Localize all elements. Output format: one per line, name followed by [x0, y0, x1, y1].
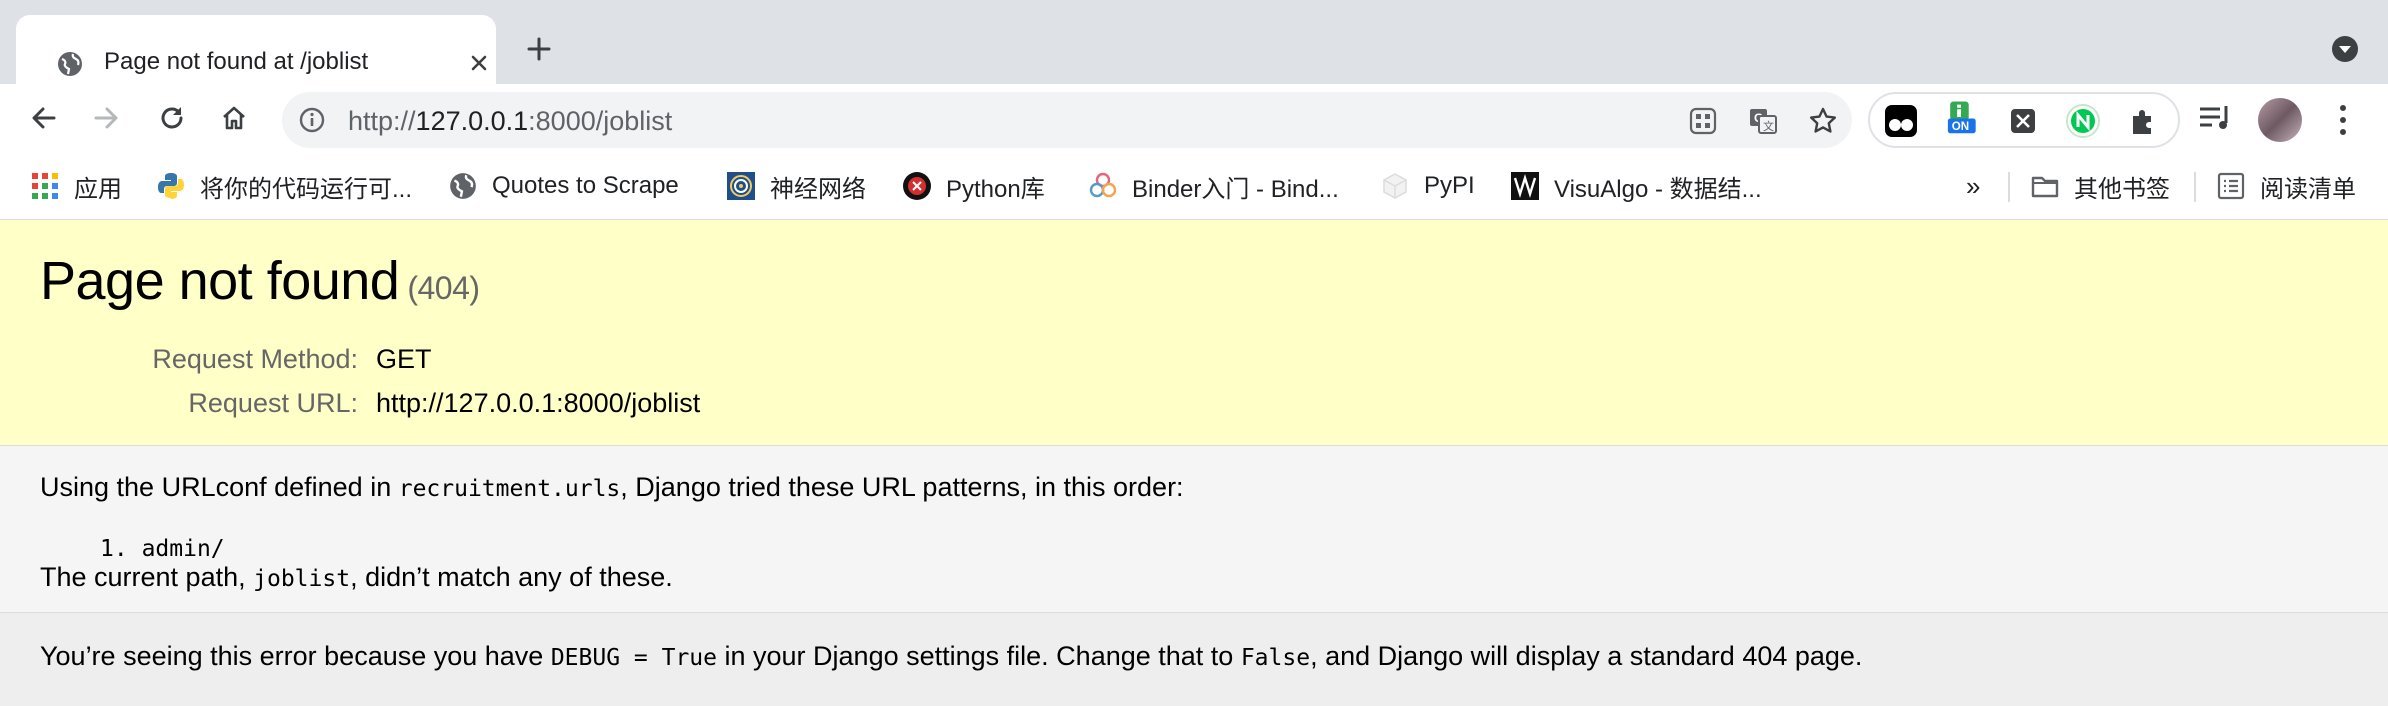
bookmark-apps[interactable]: 应用: [30, 168, 122, 204]
home-button[interactable]: [214, 98, 254, 138]
url-patterns-info: Using the URLconf defined in recruitment…: [0, 446, 2388, 613]
x-extension-icon[interactable]: [2006, 104, 2040, 138]
apps-grid-icon: [32, 173, 58, 199]
more-menu-icon[interactable]: [2328, 102, 2358, 138]
bookmark-binder[interactable]: Binder入门 - Bind...: [1088, 168, 1339, 204]
red-x-icon: [903, 172, 931, 200]
address-bar[interactable]: http://127.0.0.1:8000/joblist G 文: [282, 92, 1852, 148]
python-icon: [158, 173, 184, 199]
spiral-icon: [727, 172, 755, 200]
folder-icon: [2031, 176, 2059, 198]
bookmark-visualgo[interactable]: VisuAlgo - 数据结...: [1510, 168, 1762, 204]
home-icon: [223, 106, 245, 130]
url-text[interactable]: http://127.0.0.1:8000/joblist: [348, 106, 672, 137]
bookmark-label: 其他书签: [2074, 175, 2170, 203]
bookmark-pypi[interactable]: PyPI: [1380, 168, 1475, 204]
reload-icon: [161, 107, 183, 129]
close-icon[interactable]: [464, 48, 494, 78]
explanation-text: You’re seeing this error because you hav…: [40, 641, 1863, 671]
bookmark-star-icon[interactable]: [1808, 106, 1838, 136]
browser-toolbar: http://127.0.0.1:8000/joblist G 文 ON: [0, 84, 2388, 154]
bookmarks-divider: [2194, 172, 2196, 202]
request-url-label: Request URL:: [188, 388, 358, 418]
back-arrow-icon: [32, 107, 56, 129]
bookmark-label: 应用: [74, 175, 122, 203]
bookmark-label: PyPI: [1424, 172, 1475, 199]
globe-icon: [450, 173, 476, 199]
profile-avatar[interactable]: [2258, 98, 2302, 142]
nuxt-devtools-icon[interactable]: [2066, 104, 2100, 138]
request-method-label: Request Method:: [152, 344, 358, 374]
new-tab-plus-icon[interactable]: [524, 34, 554, 64]
bookmark-label: 阅读清单: [2260, 175, 2356, 203]
tab-strip: Page not found at /joblist: [0, 0, 2388, 84]
page-content: Page not found (404) Request Method: GET …: [0, 220, 2388, 706]
page-title: Page not found (404): [40, 251, 480, 311]
bookmarks-divider: [2008, 172, 2010, 202]
debug-explanation: You’re seeing this error because you hav…: [0, 613, 2388, 706]
reading-list-button[interactable]: 阅读清单: [2216, 168, 2356, 204]
false-code: False: [1240, 645, 1311, 671]
bookmark-quotes[interactable]: Quotes to Scrape: [448, 168, 679, 204]
qr-code-icon[interactable]: [1688, 106, 1718, 136]
back-button[interactable]: [24, 98, 64, 138]
globe-icon: [58, 52, 82, 76]
forward-arrow-icon: [94, 107, 118, 129]
bookmark-label: 神经网络: [770, 175, 866, 203]
debug-setting-code: DEBUG = True: [550, 645, 717, 671]
pypi-cube-icon: [1383, 173, 1407, 199]
svg-text:文: 文: [1763, 119, 1774, 133]
svg-text:ON: ON: [1952, 121, 1969, 133]
status-code: (404): [407, 270, 480, 306]
bookmark-python-lib[interactable]: Python库: [902, 168, 1045, 204]
tampermonkey-icon[interactable]: [1884, 104, 1918, 138]
bookmark-label: Binder入门 - Bind...: [1132, 175, 1339, 203]
site-info-icon[interactable]: [298, 106, 326, 134]
bookmark-other-folder[interactable]: 其他书签: [2030, 168, 2170, 204]
bookmark-run-code[interactable]: 将你的代码运行可...: [156, 168, 412, 204]
current-path-code: joblist: [253, 566, 351, 592]
bookmark-label: Quotes to Scrape: [492, 172, 679, 199]
jsonview-on-icon[interactable]: ON: [1944, 100, 1978, 134]
extensions-area: ON: [1868, 92, 2180, 148]
list-item: 1. admin/: [100, 536, 225, 562]
media-playlist-icon[interactable]: [2196, 100, 2234, 138]
visualgo-icon: [1511, 172, 1539, 200]
url-pattern-list: 1. admin/: [100, 536, 225, 562]
urlconf-text: Using the URLconf defined in recruitment…: [40, 472, 1184, 502]
request-url-value: http://127.0.0.1:8000/joblist: [376, 388, 701, 418]
bookmarks-bar: 应用 将你的代码运行可... Quotes to Scrape 神经网络 Pyt…: [0, 154, 2388, 220]
reading-list-icon: [2217, 172, 2245, 200]
puzzle-icon[interactable]: [2126, 104, 2160, 138]
tab-search-chevron-icon[interactable]: [2330, 34, 2360, 64]
tab-title: Page not found at /joblist: [104, 48, 369, 75]
bookmark-label: 将你的代码运行可...: [200, 175, 413, 203]
bookmark-neural-net[interactable]: 神经网络: [726, 168, 866, 204]
reload-button[interactable]: [152, 98, 192, 138]
translate-icon[interactable]: G 文: [1748, 106, 1778, 136]
bookmarks-overflow-button[interactable]: »: [1966, 168, 1980, 204]
current-path-text: The current path, joblist, didn’t match …: [40, 562, 673, 592]
bookmark-label: Python库: [946, 175, 1045, 203]
error-summary: Page not found (404) Request Method: GET …: [0, 220, 2388, 446]
forward-button[interactable]: [86, 98, 126, 138]
active-tab[interactable]: Page not found at /joblist: [16, 15, 496, 84]
bookmark-label: VisuAlgo - 数据结...: [1554, 175, 1762, 203]
binder-icon: [1089, 172, 1117, 198]
urlconf-module: recruitment.urls: [398, 476, 621, 502]
request-method-value: GET: [376, 344, 432, 374]
